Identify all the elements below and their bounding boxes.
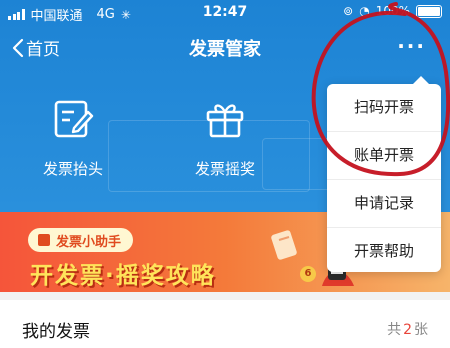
receipt-icon [38,234,50,246]
more-dropdown-menu: 扫码开票 账单开票 申请记录 开票帮助 [327,76,441,275]
my-invoices-section[interactable]: 我的发票 共2张 [0,300,450,348]
count-suffix: 张 [414,322,428,338]
menu-item-scan-invoice[interactable]: 扫码开票 [327,84,441,132]
chip-label: 发票小助手 [56,234,122,250]
orientation-lock-icon: ⊚ [343,4,354,18]
invoice-edit-icon [54,100,94,138]
menu-item-bill-invoice[interactable]: 账单开票 [327,132,441,180]
assistant-chip: 发票小助手 [28,228,134,252]
menu-item-request-history[interactable]: 申请记录 [327,180,441,228]
alarm-icon: ◔ [359,4,370,18]
navigation-bar: 首页 发票管家 ··· [0,30,450,64]
gift-icon [206,104,244,138]
banner-slogan: 开发票·摇奖攻略 [30,263,216,289]
section-title: 我的发票 [22,322,90,342]
back-button[interactable]: 首页 [12,35,60,60]
invoice-lottery-button[interactable]: 发票摇奖 [170,98,280,179]
chevron-left-icon [12,38,24,57]
count-value: 2 [403,322,412,338]
back-label: 首页 [26,40,60,60]
feature-label: 发票摇奖 [194,160,255,178]
banner-badge: 6 [300,266,316,282]
ellipsis-icon: ··· [397,34,426,58]
feature-label: 发票抬头 [42,160,103,178]
invoice-title-button[interactable]: 发票抬头 [18,98,128,179]
menu-item-invoice-help[interactable]: 开票帮助 [327,228,441,275]
invoice-count: 共2张 [387,319,428,339]
more-button[interactable]: ··· [397,34,426,58]
status-bar: 中国联通 4G ✳ 12:47 ⊚ ◔ 100% [0,0,450,26]
battery-icon [416,4,442,18]
battery-percent: 100% [375,4,410,18]
page-title: 发票管家 [189,39,261,60]
count-prefix: 共 [387,322,402,338]
coin-illustration [271,230,297,260]
